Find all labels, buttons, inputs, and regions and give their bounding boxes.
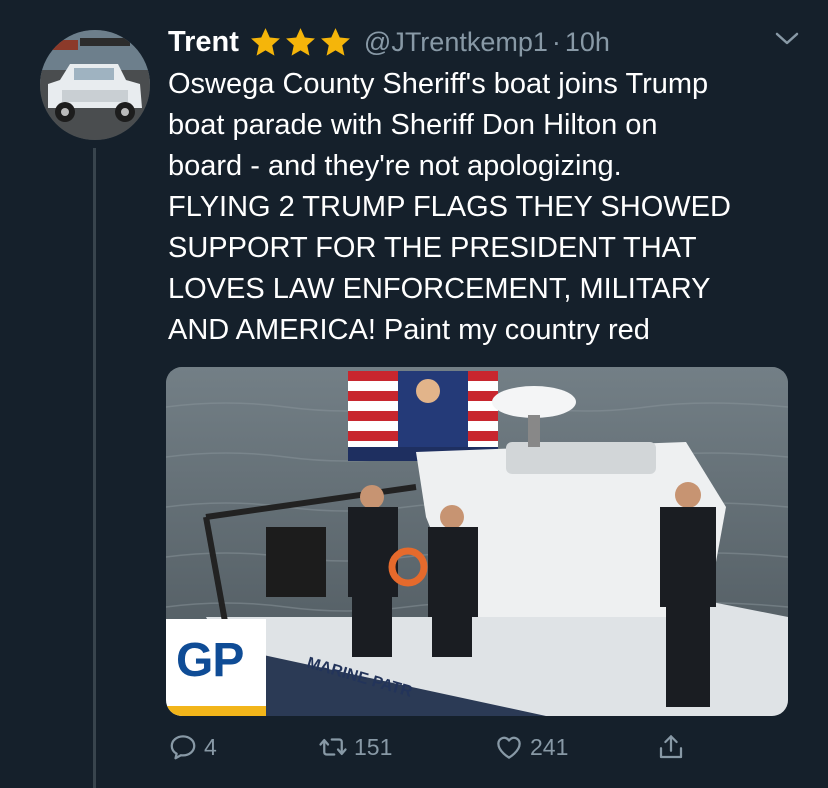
- tweet-text-line: LOVES LAW ENFORCEMENT, MILITARY: [168, 273, 711, 305]
- author-handle[interactable]: @JTrentkemp1: [364, 27, 548, 58]
- name-badges: [249, 26, 352, 59]
- tweet-text-line: AND AMERICA! Paint my country red: [168, 314, 650, 346]
- reply-icon: [170, 735, 196, 760]
- star-icon: [285, 27, 315, 56]
- tweet-text-line: SUPPORT FOR THE PRESIDENT THAT: [168, 232, 697, 264]
- retweet-button[interactable]: 151: [318, 732, 392, 762]
- separator-dot: ·: [551, 26, 561, 57]
- retweet-icon: [319, 738, 347, 756]
- thread-line: [93, 148, 96, 788]
- gp-logo-text: GP: [176, 634, 244, 687]
- like-count: 241: [530, 733, 569, 760]
- share-icon: [659, 735, 683, 759]
- reply-button[interactable]: 4: [168, 732, 217, 762]
- share-button[interactable]: [656, 732, 686, 762]
- retweet-count: 151: [354, 733, 393, 760]
- heart-icon: [497, 736, 521, 759]
- timestamp[interactable]: 10h: [565, 27, 610, 58]
- avatar[interactable]: [40, 30, 150, 140]
- tweet-text: Oswega County Sheriff's boat joins Trump…: [168, 64, 788, 351]
- flag: [348, 371, 498, 461]
- gp-logo-bar: [166, 706, 266, 716]
- tweet-text-line: board - and they're not apologizing.: [168, 150, 622, 182]
- tweet-text-line: FLYING 2 TRUMP FLAGS THEY SHOWED: [168, 191, 731, 223]
- author-name[interactable]: Trent: [168, 26, 239, 59]
- tweet-text-line: Oswega County Sheriff's boat joins Trump: [168, 68, 709, 100]
- tweet-actions: 4 151 241: [168, 732, 728, 768]
- truck-image: [40, 30, 150, 140]
- tweet-media-image[interactable]: MARINE PATR GP: [166, 367, 788, 716]
- star-icon: [320, 27, 350, 56]
- reply-count: 4: [204, 733, 217, 760]
- tweet-header: Trent @JTrentkemp1 · 10h: [168, 22, 788, 62]
- star-icon: [250, 27, 280, 56]
- gp-logo: GP: [166, 619, 266, 716]
- like-button[interactable]: 241: [494, 732, 568, 762]
- chevron-down-icon[interactable]: [772, 28, 802, 50]
- tweet-text-line: boat parade with Sheriff Don Hilton on: [168, 109, 658, 141]
